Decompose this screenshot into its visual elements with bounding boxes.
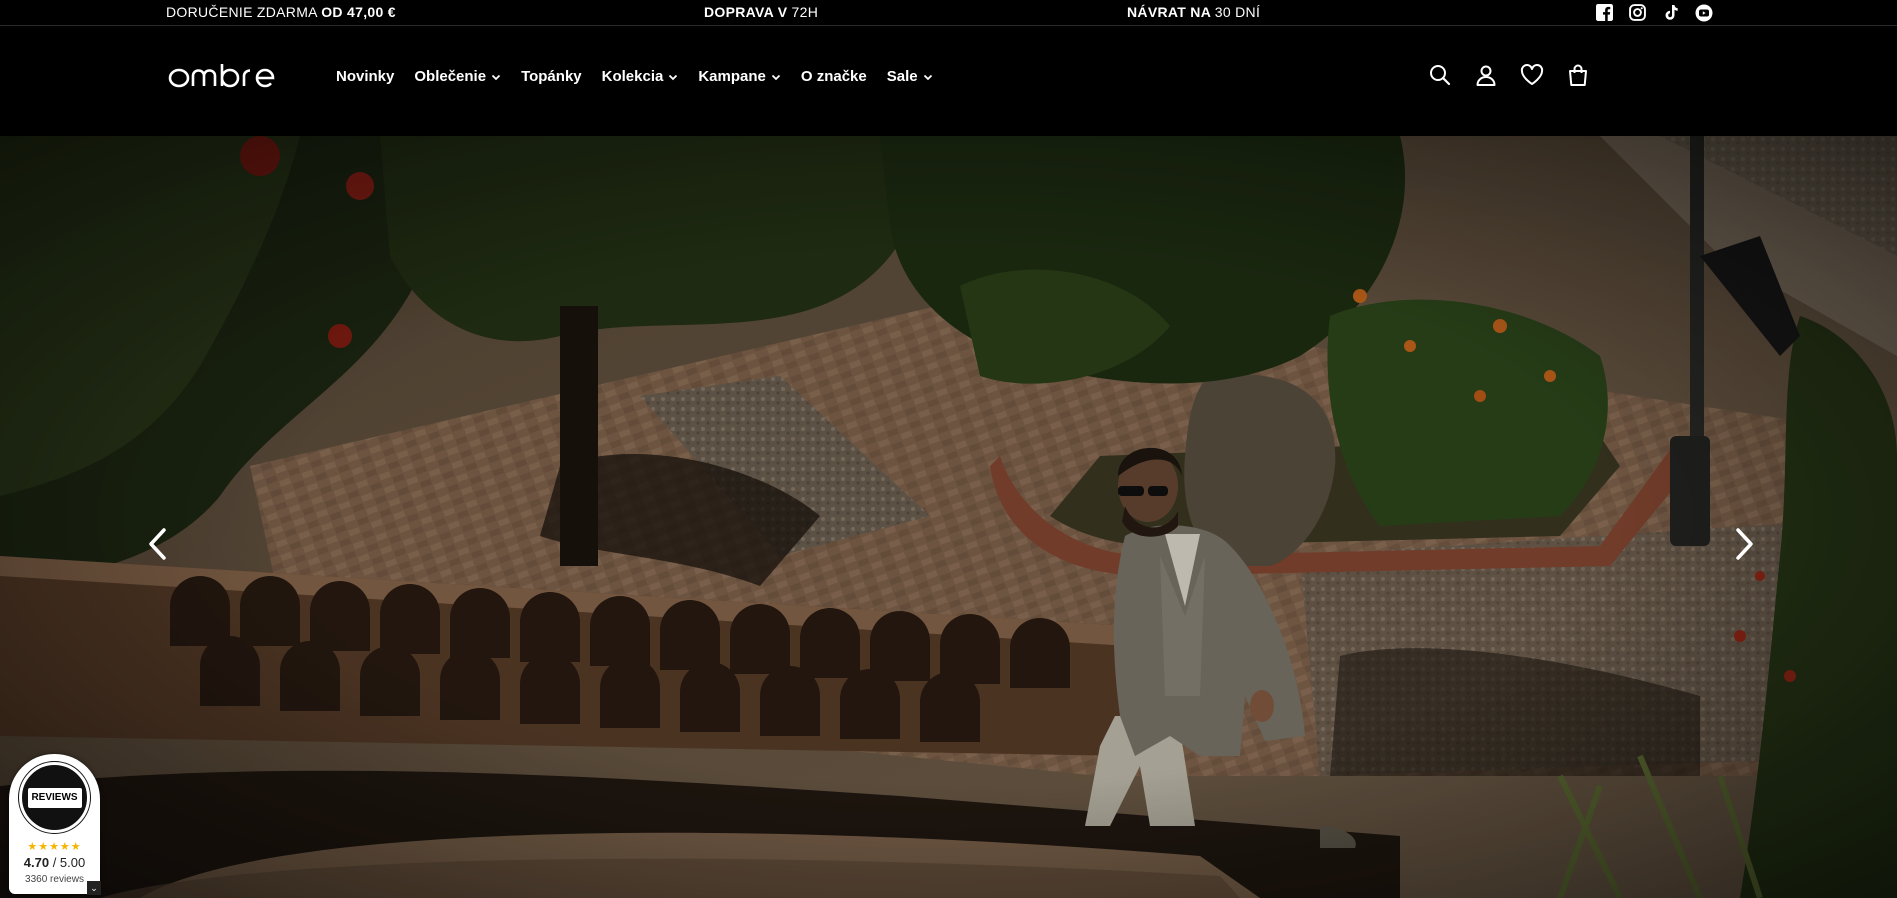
instagram-icon[interactable]	[1628, 3, 1647, 22]
nav-o-znacke[interactable]: O značke	[801, 68, 867, 85]
chevron-left-icon	[149, 528, 166, 560]
nav-label: Kolekcia	[601, 68, 664, 85]
reviews-seal-label: REVIEWS	[27, 787, 82, 808]
reviews-badge[interactable]: REVIEWS ★★★★★ 4.70 / 5.00 3360 reviews ⌄	[9, 754, 101, 895]
slider-prev-button[interactable]	[137, 519, 177, 569]
nav-kolekcia[interactable]: Kolekcia	[602, 68, 679, 85]
account-icon[interactable]	[1473, 62, 1499, 88]
shipping-time-message: DOPRAVA V 72H	[704, 4, 819, 20]
cart-icon[interactable]	[1565, 62, 1591, 88]
free-shipping-message: DORUČENIE ZDARMA OD 47,00 €	[166, 4, 396, 20]
youtube-icon[interactable]	[1694, 3, 1713, 22]
nav-novinky[interactable]: Novinky	[336, 68, 394, 85]
slider-next-button[interactable]	[1725, 519, 1765, 569]
chevron-down-icon	[771, 74, 781, 80]
reviews-seal: REVIEWS	[19, 762, 90, 833]
site-header: Novinky Oblečenie Topánky Kolekcia Kampa…	[0, 27, 1897, 136]
hero-image	[0, 136, 1897, 898]
chevron-down-icon	[491, 74, 501, 80]
rating-value: 4.70 / 5.00	[23, 855, 86, 870]
main-navigation: Novinky Oblečenie Topánky Kolekcia Kampa…	[336, 68, 933, 85]
nav-label: Novinky	[336, 68, 395, 85]
rating-stars: ★★★★★	[27, 841, 82, 853]
ombre-logo-mark	[168, 64, 275, 88]
tiktok-icon[interactable]	[1661, 3, 1680, 22]
nav-oblecenie[interactable]: Oblečenie	[414, 68, 501, 85]
nav-label: Kampane	[698, 68, 766, 85]
chevron-down-icon	[923, 74, 932, 80]
announcement-bar: DORUČENIE ZDARMA OD 47,00 € DOPRAVA V 72…	[0, 0, 1897, 26]
search-icon[interactable]	[1427, 62, 1453, 88]
chevron-right-icon	[1736, 528, 1753, 560]
nav-sale[interactable]: Sale	[887, 68, 933, 85]
facebook-icon[interactable]	[1595, 3, 1614, 22]
nav-kampane[interactable]: Kampane	[698, 68, 781, 85]
nav-topanky[interactable]: Topánky	[521, 68, 582, 85]
social-links	[1595, 3, 1713, 22]
header-actions	[1427, 62, 1591, 88]
nav-label: Sale	[886, 68, 918, 85]
chevron-down-icon[interactable]: ⌄	[87, 881, 101, 895]
ombre-logo[interactable]	[168, 63, 294, 94]
nav-label: Oblečenie	[414, 68, 487, 85]
wishlist-icon[interactable]	[1519, 62, 1545, 88]
return-policy-message: NÁVRAT NA 30 DNÍ	[1127, 4, 1261, 20]
nav-label: O značke	[800, 68, 867, 85]
hero-banner[interactable]	[0, 136, 1897, 898]
chevron-down-icon	[669, 74, 678, 80]
nav-label: Topánky	[521, 68, 582, 85]
